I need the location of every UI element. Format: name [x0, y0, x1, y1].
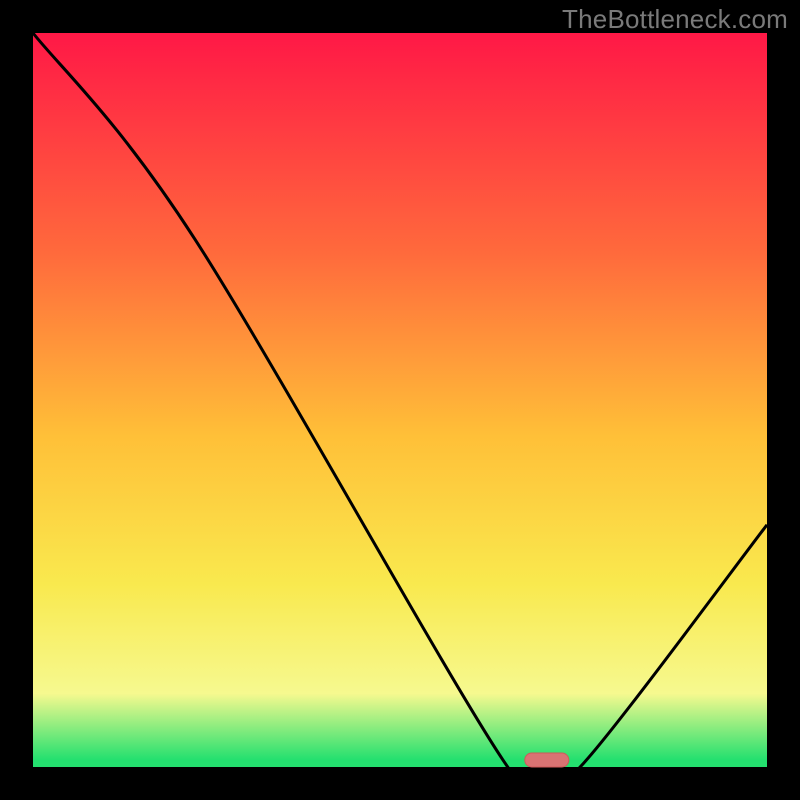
- bottleneck-chart: [0, 0, 800, 800]
- optimal-marker: [525, 753, 569, 767]
- plot-background: [33, 33, 767, 767]
- chart-frame: TheBottleneck.com: [0, 0, 800, 800]
- watermark-text: TheBottleneck.com: [562, 4, 788, 35]
